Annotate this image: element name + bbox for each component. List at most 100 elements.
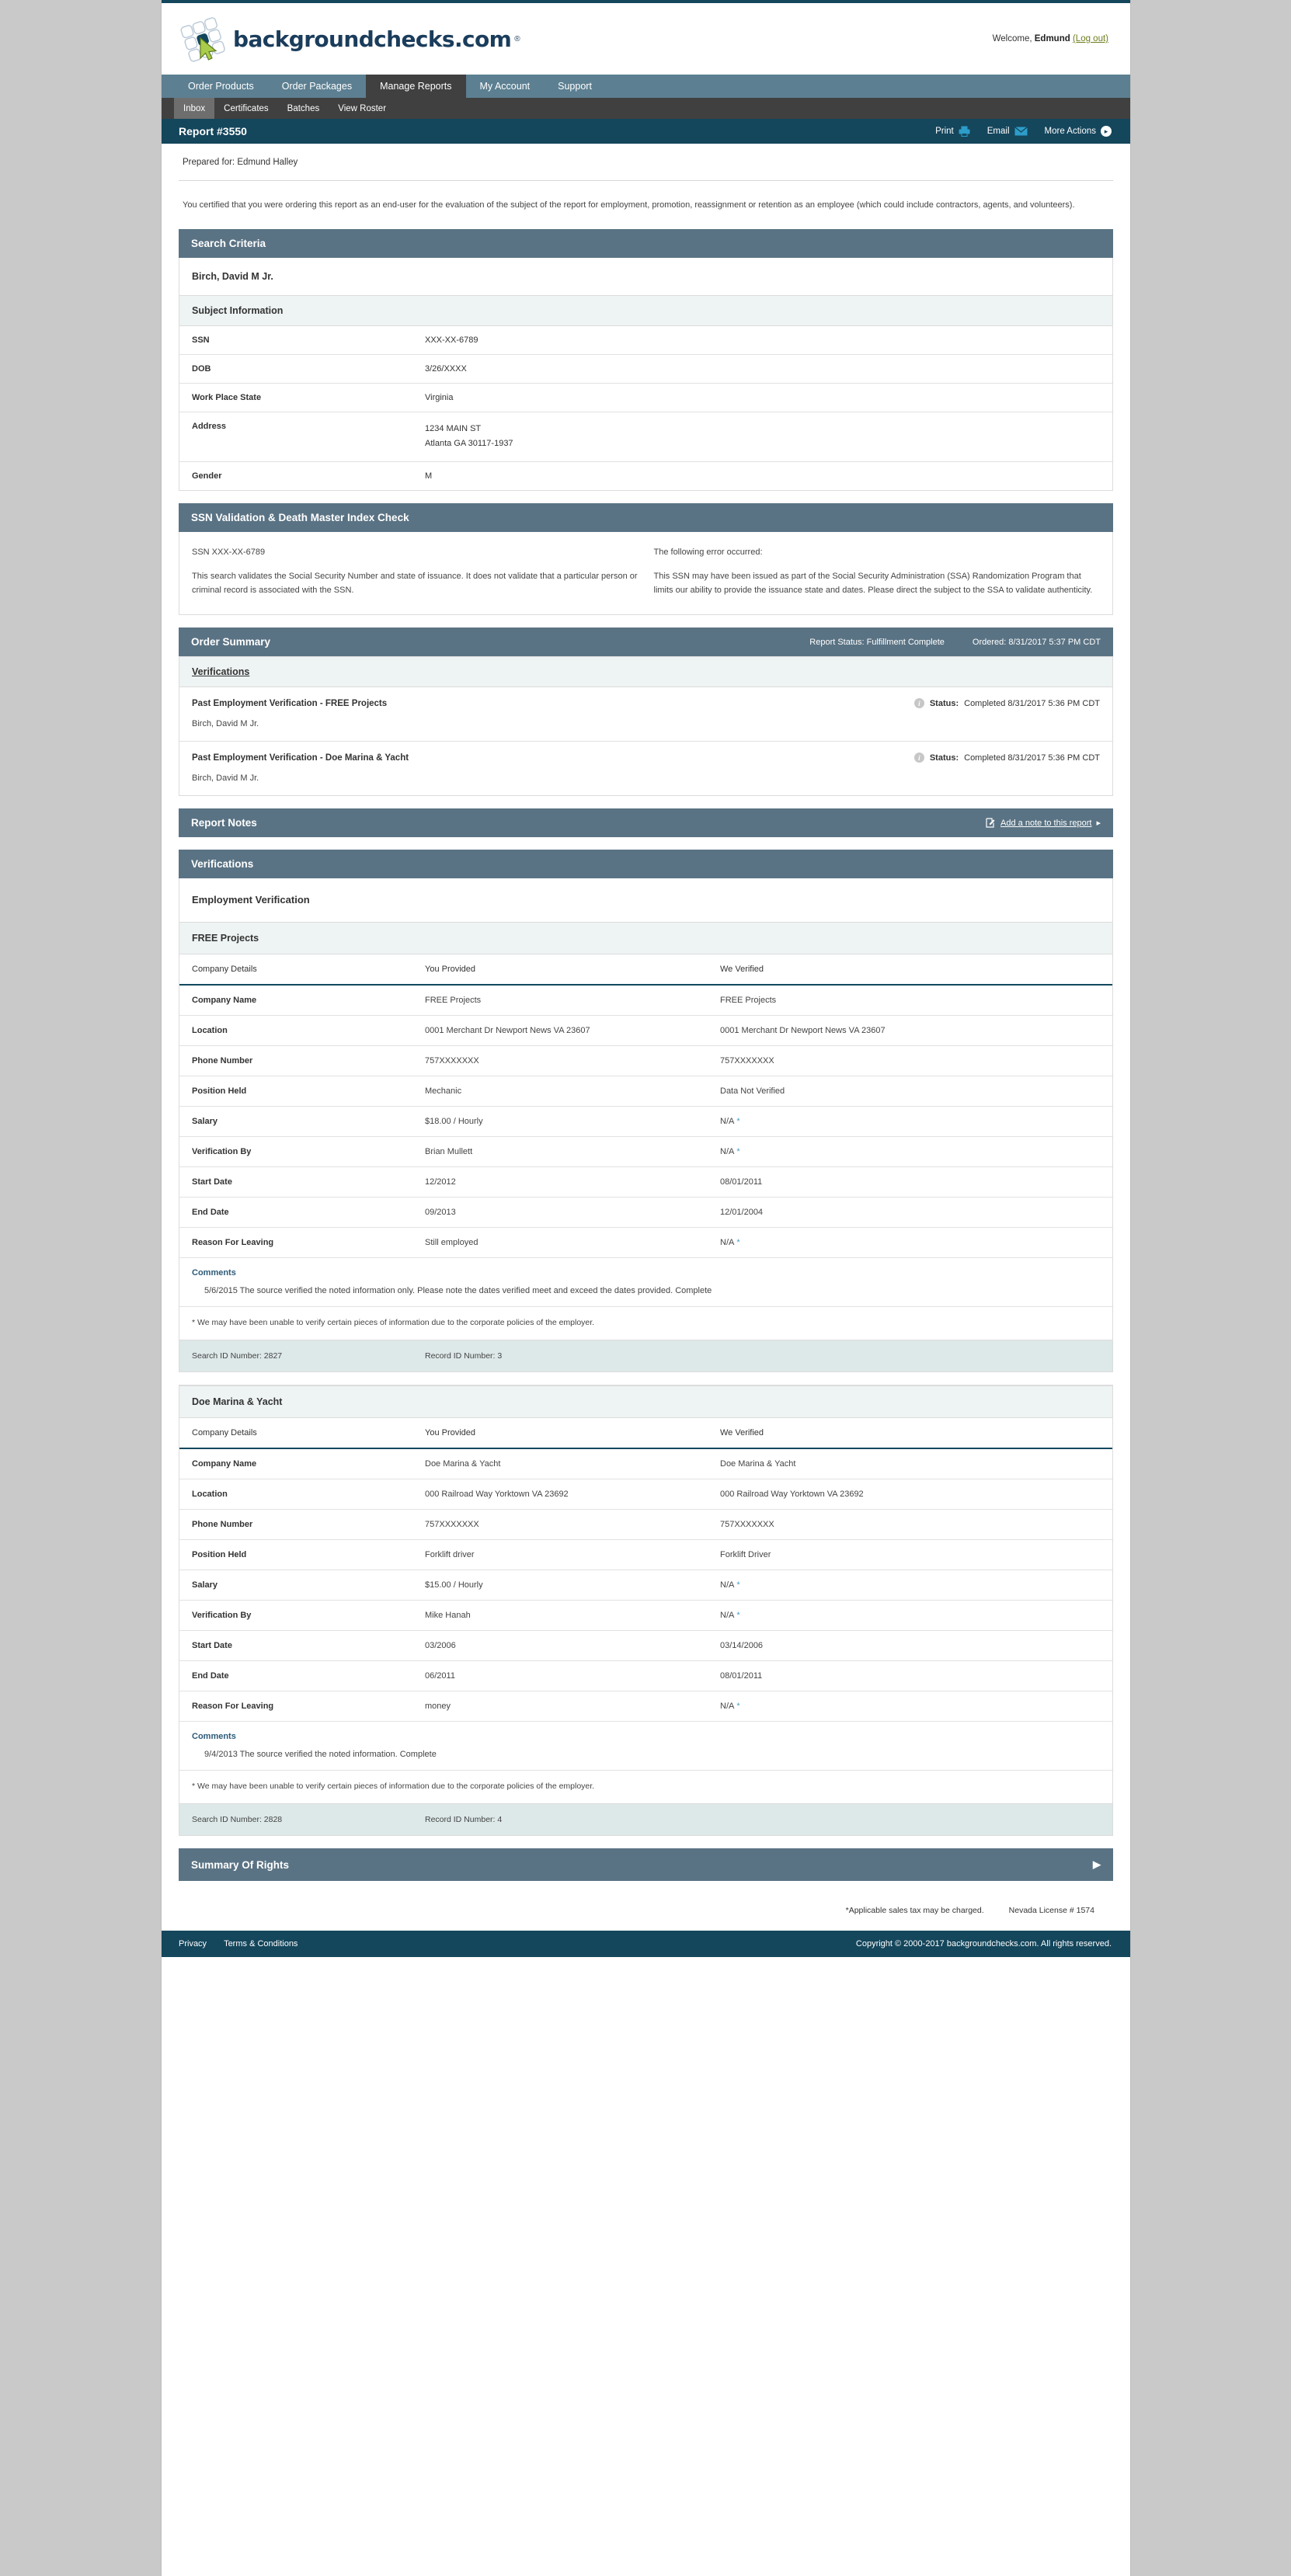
ssn-columns: SSN XXX-XX-6789 This search validates th… (179, 532, 1112, 615)
table-row: Company Name Doe Marina & Yacht Doe Mari… (179, 1448, 1112, 1480)
add-note-button[interactable]: Add a note to this report ▸ (986, 818, 1101, 828)
ssn-error-body: This SSN may have been issued as part of… (653, 572, 1093, 595)
verifications-header: Verifications (179, 850, 1113, 879)
row-verified: Data Not Verified (708, 1076, 1112, 1107)
employment-verification-title: Employment Verification (192, 894, 310, 906)
table-row: Company Name FREE Projects FREE Projects (179, 985, 1112, 1017)
footer-privacy-link[interactable]: Privacy (179, 1939, 207, 1949)
table-row: Phone Number 757XXXXXXX 757XXXXXXX (179, 1045, 1112, 1077)
table-header-row: Company Details You Provided We Verified (179, 1418, 1112, 1450)
row-provided: Mike Hanah (412, 1600, 708, 1632)
row-provided: Mechanic (412, 1076, 708, 1107)
prepared-for-line: Prepared for: Edmund Halley (179, 144, 1113, 181)
more-actions-label: More Actions (1044, 127, 1096, 136)
summary-of-rights-section[interactable]: Summary Of Rights ▶ (179, 1848, 1113, 1882)
email-button[interactable]: Email (987, 127, 1028, 136)
info-icon[interactable]: i (913, 698, 924, 709)
row-verified: N/A * (708, 1600, 1112, 1632)
subnav-view-roster[interactable]: View Roster (329, 98, 395, 119)
table-row: Verification By Mike Hanah N/A * (179, 1600, 1112, 1632)
welcome-block: Welcome, Edmund (Log out) (993, 34, 1108, 43)
table-row: Location 000 Railroad Way Yorktown VA 23… (179, 1479, 1112, 1510)
certification-text: You certified that you were ordering thi… (183, 200, 1075, 210)
table-header-row: Company Details You Provided We Verified (179, 954, 1112, 986)
asterisk-marker: * (734, 1611, 740, 1621)
record-id-number: Record ID Number: 4 (425, 1815, 503, 1825)
status-value: Completed 8/31/2017 5:36 PM CDT (964, 698, 1100, 708)
verification-name: Past Employment Verification - Doe Marin… (192, 753, 409, 763)
nav-manage-reports[interactable]: Manage Reports (366, 75, 466, 98)
status-label: Status: (929, 698, 959, 708)
ssn-validation-title: SSN Validation & Death Master Index Chec… (191, 511, 409, 523)
row-provided: 03/2006 (412, 1630, 708, 1662)
table-row: Start Date 03/2006 03/14/2006 (179, 1630, 1112, 1662)
sales-tax-note: *Applicable sales tax may be charged. (845, 1906, 984, 1916)
logout-link[interactable]: (Log out) (1073, 34, 1108, 43)
asterisk-marker: * (734, 1238, 740, 1248)
summary-of-rights-title: Summary Of Rights (191, 1858, 290, 1871)
report-title: Report #3550 (179, 125, 247, 137)
order-summary-header: Order Summary Report Status: Fulfillment… (179, 627, 1113, 657)
verification-footnote: * We may have been unable to verify cert… (192, 1318, 595, 1328)
report-status-text: Report Status: Fulfillment Complete (809, 637, 945, 647)
search-criteria-title: Search Criteria (191, 238, 266, 250)
row-verified: 0001 Merchant Dr Newport News VA 23607 (708, 1015, 1112, 1047)
row-value: M (425, 471, 433, 481)
table-row: Salary $18.00 / Hourly N/A * (179, 1106, 1112, 1138)
more-actions-button[interactable]: More Actions ▸ (1045, 126, 1112, 137)
column-header-company-details: Company Details (179, 1418, 412, 1450)
site-logo[interactable]: backgroundchecks.com ® (180, 15, 520, 63)
row-provided: 06/2011 (412, 1660, 708, 1692)
table-row: Start Date 12/2012 08/01/2011 (179, 1166, 1112, 1198)
asterisk-marker: * (734, 1147, 740, 1157)
nav-order-products[interactable]: Order Products (174, 75, 268, 98)
comments-block: Comments 9/4/2013 The source verified th… (179, 1722, 1112, 1771)
printer-icon (959, 126, 970, 137)
subnav-batches[interactable]: Batches (278, 98, 329, 119)
welcome-prefix: Welcome, (992, 34, 1032, 43)
row-verified: FREE Projects (708, 985, 1112, 1017)
column-header-you-provided: You Provided (412, 954, 708, 986)
row-verified: 757XXXXXXX (708, 1045, 1112, 1077)
verification-name: Past Employment Verification - FREE Proj… (192, 698, 388, 708)
ssn-validation-panel: SSN XXX-XX-6789 This search validates th… (179, 531, 1113, 616)
list-item: Past Employment Verification - FREE Proj… (179, 687, 1112, 742)
row-provided: FREE Projects (412, 985, 708, 1017)
row-value: XXX-XX-6789 (412, 326, 1112, 356)
footer-links: Privacy Terms & Conditions (179, 1939, 298, 1949)
report-actions: Print Email More Actions ▸ (935, 126, 1112, 137)
row-key: Position Held (179, 1076, 412, 1107)
order-summary-meta: Report Status: Fulfillment Complete Orde… (809, 638, 1101, 647)
footer-terms-link[interactable]: Terms & Conditions (224, 1939, 298, 1949)
row-provided: 000 Railroad Way Yorktown VA 23692 (412, 1479, 708, 1510)
asterisk-marker: * (734, 1702, 740, 1712)
ssn-description: This search validates the Social Securit… (192, 572, 638, 595)
row-key: Position Held (179, 1539, 412, 1571)
subnav-certificates[interactable]: Certificates (214, 98, 278, 119)
logo-wordmark: backgroundchecks.com (233, 26, 512, 52)
logo-grid-icon (180, 17, 225, 62)
row-key: Company Name (179, 1448, 412, 1480)
subject-information-table: SSN XXX-XX-6789 DOB 3/26/XXXX Work Place… (179, 326, 1112, 490)
subnav-inbox[interactable]: Inbox (174, 98, 215, 119)
row-key: Location (179, 1015, 412, 1047)
table-row: DOB 3/26/XXXX (179, 354, 1112, 384)
nav-my-account[interactable]: My Account (466, 75, 545, 98)
company-name-header: Doe Marina & Yacht (179, 1385, 1112, 1419)
print-button[interactable]: Print (935, 126, 970, 137)
column-header-we-verified: We Verified (708, 1418, 1112, 1450)
nav-order-packages[interactable]: Order Packages (268, 75, 366, 98)
ssn-error-title: The following error occurred: (653, 547, 763, 557)
sub-navigation: Inbox Certificates Batches View Roster (162, 98, 1130, 119)
row-verified: N/A * (708, 1691, 1112, 1723)
row-provided: 12/2012 (412, 1166, 708, 1198)
row-key: Reason For Leaving (179, 1227, 412, 1259)
table-row: End Date 06/2011 08/01/2011 (179, 1660, 1112, 1692)
row-verified: N/A * (708, 1570, 1112, 1601)
table-row: Verification By Brian Mullett N/A * (179, 1136, 1112, 1168)
comments-block: Comments 5/6/2015 The source verified th… (179, 1258, 1112, 1308)
nav-support[interactable]: Support (544, 75, 606, 98)
info-icon[interactable]: i (913, 753, 924, 763)
table-row: Reason For Leaving money N/A * (179, 1691, 1112, 1723)
